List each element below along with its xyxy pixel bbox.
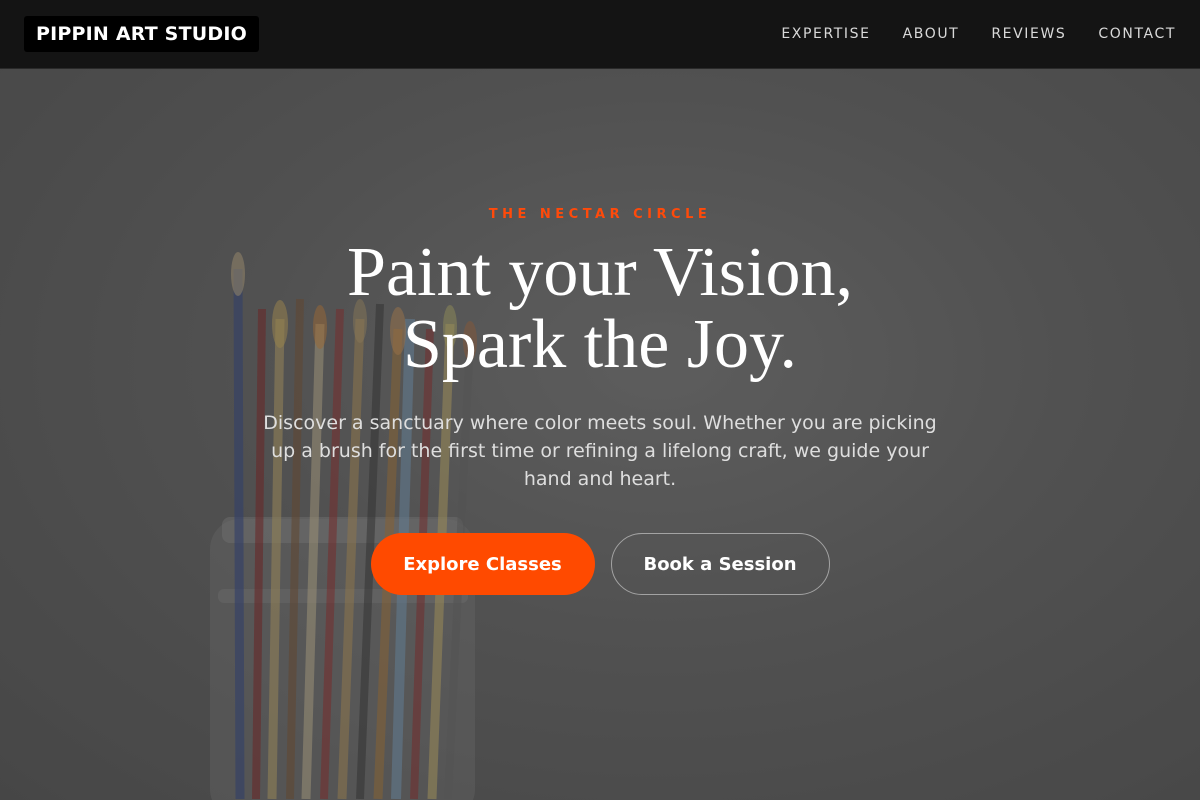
nav-link-expertise[interactable]: EXPERTISE bbox=[781, 26, 870, 42]
brand-logo[interactable]: PIPPIN ART STUDIO bbox=[24, 16, 259, 52]
book-session-button[interactable]: Book a Session bbox=[610, 533, 830, 595]
explore-classes-button[interactable]: Explore Classes bbox=[370, 533, 595, 595]
nav-link-contact[interactable]: CONTACT bbox=[1098, 26, 1176, 42]
hero-cta-group: Explore Classes Book a Session bbox=[0, 533, 1200, 595]
hero-section: THE NECTAR CIRCLE Paint your Vision, Spa… bbox=[0, 69, 1200, 800]
hero-headline-line-1: Paint your Vision, bbox=[347, 234, 853, 311]
hero-description: Discover a sanctuary where color meets s… bbox=[263, 412, 937, 490]
hero-content: THE NECTAR CIRCLE Paint your Vision, Spa… bbox=[0, 69, 1200, 800]
site-header: PIPPIN ART STUDIO EXPERTISE ABOUT REVIEW… bbox=[0, 0, 1200, 69]
nav-link-reviews[interactable]: REVIEWS bbox=[991, 26, 1066, 42]
hero-eyebrow: THE NECTAR CIRCLE bbox=[488, 207, 712, 222]
main-nav: EXPERTISE ABOUT REVIEWS CONTACT bbox=[781, 26, 1176, 42]
hero-headline: Paint your Vision, Spark the Joy. bbox=[0, 237, 1200, 381]
hero-headline-line-2: Spark the Joy. bbox=[402, 306, 798, 383]
nav-link-about[interactable]: ABOUT bbox=[903, 26, 960, 42]
